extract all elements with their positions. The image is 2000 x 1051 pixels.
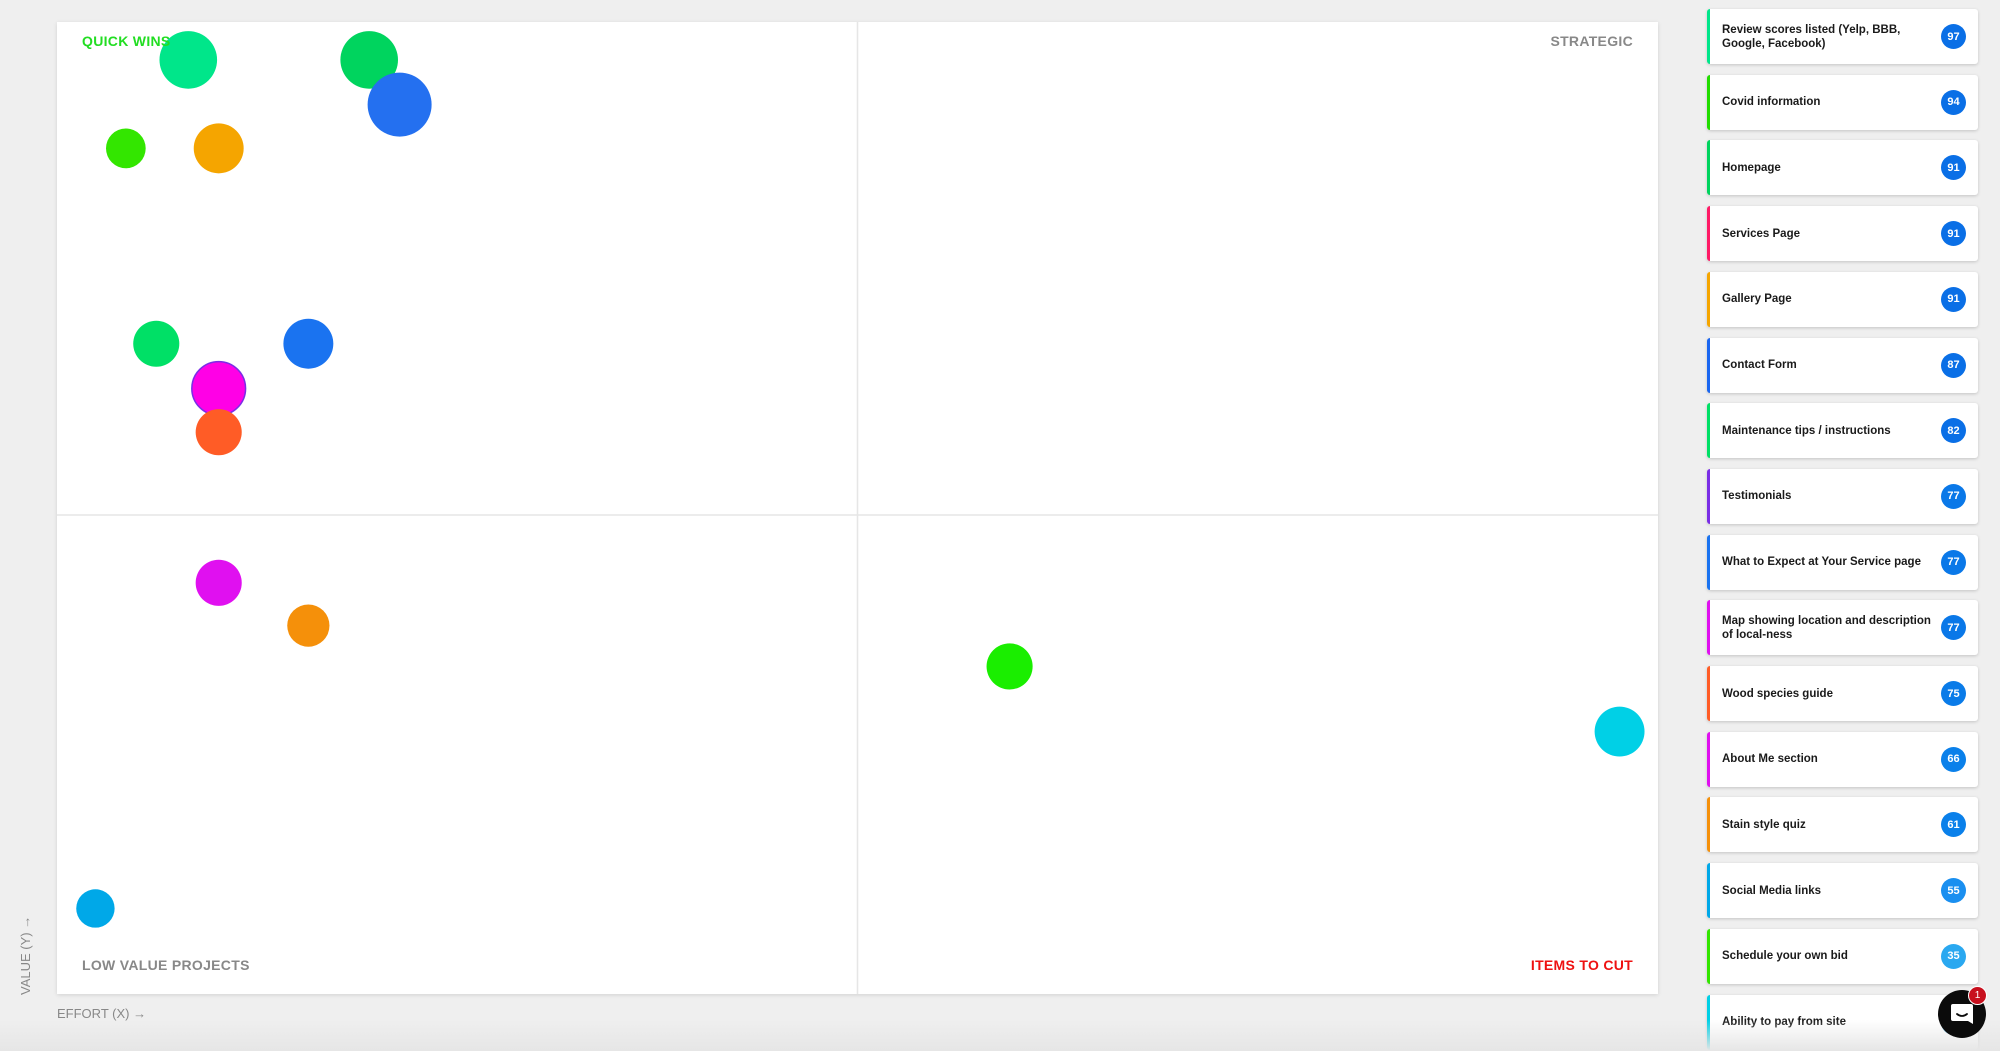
bubble-point-5[interactable] <box>193 123 244 174</box>
list-item[interactable]: Map showing location and description of … <box>1707 600 1978 656</box>
y-axis-label: VALUE (Y) → <box>18 915 33 995</box>
score-badge: 82 <box>1941 418 1966 444</box>
score-badge: 61 <box>1941 812 1966 838</box>
list-item-label: About Me section <box>1722 753 1818 766</box>
list-item-label: Contact Form <box>1722 359 1797 371</box>
score-badge: 97 <box>1941 24 1966 49</box>
priority-matrix-chart: QUICK WINS STRATEGIC LOW VALUE PROJECTS … <box>57 22 1658 994</box>
score-badge: 91 <box>1941 221 1966 247</box>
score-badge: 55 <box>1941 878 1966 904</box>
list-item-label: Review scores listed (Yelp, BBB, Google,… <box>1722 23 1901 50</box>
list-item-label: Schedule your own bid <box>1722 950 1848 963</box>
bubble-point-12[interactable] <box>986 643 1033 690</box>
chat-bubble-icon <box>1951 1004 1973 1024</box>
list-item[interactable]: Testimonials 77 <box>1707 468 1978 524</box>
bubble-point-13[interactable] <box>1594 706 1645 757</box>
bubble-point-11[interactable] <box>287 604 330 647</box>
list-item-label: Maintenance tips / instructions <box>1722 424 1891 437</box>
list-item-label: Covid information <box>1722 96 1821 109</box>
score-badge: 94 <box>1941 89 1966 115</box>
list-item[interactable]: Review scores listed (Yelp, BBB, Google,… <box>1707 9 1978 64</box>
score-badge: 35 <box>1941 943 1966 969</box>
score-badge: 77 <box>1941 615 1966 641</box>
list-item[interactable]: About Me section 66 <box>1707 731 1978 787</box>
score-badge: 91 <box>1941 155 1966 181</box>
list-item[interactable]: Social Media links 55 <box>1707 863 1978 919</box>
list-item[interactable]: Covid information 94 <box>1707 74 1978 130</box>
bubble-point-10[interactable] <box>195 559 242 606</box>
bubble-point-9[interactable] <box>195 409 242 456</box>
bottom-fade <box>0 1020 2000 1051</box>
score-badge: 77 <box>1941 549 1966 575</box>
list-item[interactable]: What to Expect at Your Service page 77 <box>1707 534 1978 590</box>
list-item[interactable]: Schedule your own bid 35 <box>1707 928 1978 984</box>
list-item-label: Testimonials <box>1722 490 1792 503</box>
quadrant-label-strategic: STRATEGIC <box>1550 33 1633 49</box>
matrix-plot <box>57 22 1658 994</box>
bubble-point-6[interactable] <box>133 320 180 367</box>
list-item[interactable]: Services Page 91 <box>1707 206 1978 262</box>
unread-badge: 1 <box>1968 986 1987 1005</box>
list-item-label: Social Media links <box>1722 884 1822 897</box>
list-item[interactable]: Maintenance tips / instructions 82 <box>1707 403 1978 459</box>
list-item[interactable]: Ability to pay from site <box>1707 994 1978 1050</box>
bubble-point-7[interactable] <box>283 318 334 369</box>
list-item[interactable]: Homepage 91 <box>1707 140 1978 196</box>
quadrant-label-quick-wins: QUICK WINS <box>82 33 171 49</box>
bubble-point-14[interactable] <box>76 889 115 928</box>
bubble-point-3[interactable] <box>367 72 432 137</box>
list-item-label: Wood species guide <box>1722 687 1833 700</box>
list-item-label: Gallery Page <box>1722 293 1792 306</box>
list-item-label: Stain style quiz <box>1722 818 1806 831</box>
list-item-label: Services Page <box>1722 227 1801 240</box>
score-badge: 87 <box>1941 352 1966 378</box>
score-badge: 77 <box>1941 483 1966 509</box>
list-item-label: What to Expect at Your Service page <box>1722 556 1921 569</box>
list-item[interactable]: Wood species guide 75 <box>1707 666 1978 721</box>
score-badge: 91 <box>1941 286 1966 312</box>
quadrant-label-items-to-cut: ITEMS TO CUT <box>1530 957 1633 973</box>
score-badge: 75 <box>1941 681 1966 706</box>
bubble-point-4[interactable] <box>106 128 146 169</box>
bubble-point-8[interactable] <box>191 360 247 417</box>
list-item-label: Ability to pay from site <box>1722 1016 1846 1028</box>
list-item[interactable]: Stain style quiz 61 <box>1707 797 1978 853</box>
list-item-label: Map showing location and description of … <box>1722 614 1931 641</box>
list-item-label: Homepage <box>1722 161 1781 174</box>
score-badge: 66 <box>1941 746 1966 772</box>
x-axis-label: EFFORT (X) → <box>57 1006 147 1021</box>
quadrant-label-low-value: LOW VALUE PROJECTS <box>82 957 250 973</box>
list-item[interactable]: Contact Form 87 <box>1707 337 1978 393</box>
list-item[interactable]: Gallery Page 91 <box>1707 271 1978 327</box>
